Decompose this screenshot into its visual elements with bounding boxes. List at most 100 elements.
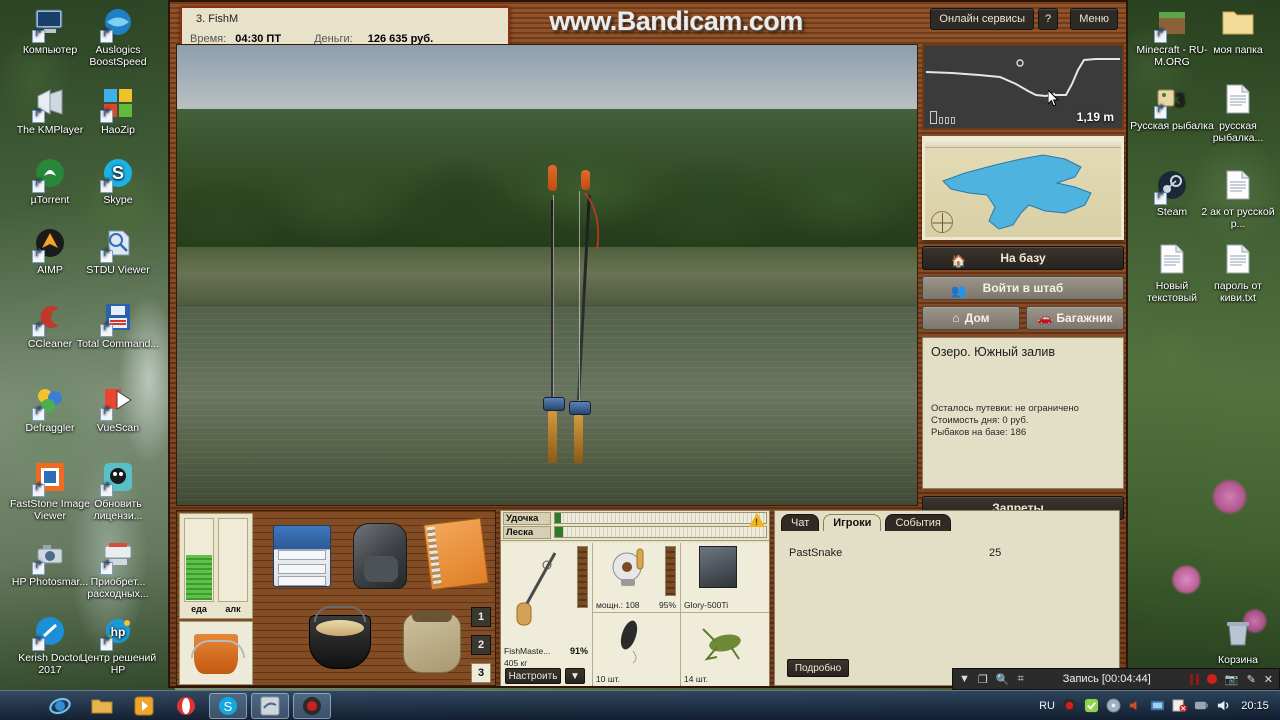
menu-button[interactable]: Меню — [1070, 8, 1118, 30]
player-list: PastSnake 25 — [775, 537, 1119, 651]
desktop-icon-12[interactable]: VueScan — [76, 386, 160, 435]
bait-slot-1-cell[interactable]: 10 шт. — [593, 613, 680, 686]
tray-volume-icon[interactable] — [1216, 698, 1231, 713]
help-button[interactable]: ? — [1038, 8, 1058, 30]
depth-value: 1,19 m — [1076, 110, 1114, 124]
desktop-icon-right-9[interactable]: Корзина — [1196, 618, 1280, 667]
grasshopper-bait-icon — [702, 628, 741, 661]
desktop-icon-right-6[interactable]: 2 ак от русской р... — [1196, 170, 1280, 230]
rod-wear-gauge — [577, 546, 588, 608]
chat-tabs: Чат Игроки События — [775, 511, 1119, 531]
bait-slot-2-cell[interactable]: 14 шт. — [681, 613, 769, 686]
record-icon[interactable] — [1206, 674, 1217, 684]
sack-icon[interactable] — [403, 610, 461, 673]
minimap[interactable] — [922, 136, 1124, 240]
tray-bandicam-icon[interactable] — [1062, 698, 1077, 713]
text-file-icon — [1221, 170, 1255, 204]
rod-slot-2[interactable]: 2 — [471, 635, 491, 655]
desktop-icon-4[interactable]: HaoZip — [76, 88, 160, 137]
recycle-bin-icon — [1221, 618, 1255, 652]
chat-tab-3[interactable]: События — [885, 514, 951, 531]
taskbar-internet-explorer-icon[interactable] — [41, 693, 79, 719]
window-icon[interactable]: ❐ — [978, 673, 988, 686]
float-marker-1 — [548, 165, 557, 191]
tackle-dropdown-button[interactable]: ▼ — [565, 668, 585, 684]
desktop-icon-2[interactable]: Auslogics BoostSpeed — [76, 8, 160, 68]
kmplayer-icon — [32, 88, 67, 123]
tacklebox-icon[interactable] — [273, 525, 331, 587]
bucket-slot[interactable] — [179, 621, 253, 685]
language-indicator[interactable]: RU — [1039, 700, 1055, 712]
svg-text:hp: hp — [111, 625, 126, 639]
reel-1[interactable] — [543, 397, 565, 411]
desktop-icon-8[interactable]: STDU Viewer — [76, 228, 160, 277]
tray-antivirus-icon[interactable] — [1172, 698, 1187, 713]
bottom-panels: еда алк 1 2 3 Удочка Леска ! 91% FishMas… — [176, 510, 1120, 686]
details-button[interactable]: Подробно — [787, 659, 849, 677]
desktop-icon-label: Skype — [103, 194, 133, 206]
desktop-icon-right-2[interactable]: моя папка — [1196, 8, 1280, 57]
start-orb-icon[interactable] — [3, 692, 37, 720]
tray-volume-mute-icon[interactable] — [1128, 698, 1143, 713]
desktop-icon-14[interactable]: Обновить лицензи... — [76, 462, 160, 522]
reel-slot-cell[interactable]: мощн.: 108 95% — [593, 543, 680, 613]
chat-tab-1[interactable]: Чат — [781, 514, 820, 531]
taskbar-opera-icon[interactable] — [167, 693, 205, 719]
taskbar-skype-icon[interactable]: S — [209, 692, 247, 719]
food-bar — [184, 518, 214, 602]
rod-gauge-row: Удочка — [501, 511, 769, 525]
backpack-icon[interactable] — [353, 523, 407, 589]
fishing-scene[interactable] — [176, 44, 918, 506]
player-row[interactable]: PastSnake 25 — [789, 547, 1105, 559]
faststone-icon — [32, 462, 67, 497]
tray-disc-icon[interactable] — [1106, 698, 1121, 713]
to-base-button[interactable]: 🏠 На базу — [922, 246, 1124, 270]
bucket-icon — [191, 634, 245, 674]
tray-flash-icon[interactable] — [1194, 698, 1209, 713]
pause-icon[interactable] — [1189, 673, 1199, 685]
trunk-button[interactable]: 🚗 Багажник — [1026, 306, 1124, 330]
rod-slot-3[interactable]: 3 — [471, 663, 491, 683]
desktop-icon-18[interactable]: hp Центр решений HP — [76, 616, 160, 676]
skype-icon: S — [100, 158, 135, 193]
desktop-icon-6[interactable]: S Skype — [76, 158, 160, 207]
tray-network-icon[interactable] — [1150, 698, 1165, 713]
desktop-icon-right-8[interactable]: пароль от киви.txt — [1196, 244, 1280, 304]
taskbar-bandicam-icon[interactable] — [293, 692, 331, 719]
home-button[interactable]: ⌂ Дом — [922, 306, 1020, 330]
desktop-icon-10[interactable]: Total Command... — [76, 302, 160, 351]
reel-2[interactable] — [569, 401, 591, 415]
collapse-icon[interactable]: ▼ — [959, 673, 970, 685]
screenshot-icon[interactable]: 📷 — [1225, 673, 1239, 686]
zoom-icon[interactable]: 🔍 — [996, 673, 1010, 686]
line-slot-cell[interactable]: Glory-500Ti — [681, 543, 769, 613]
configure-button[interactable]: Настроить — [505, 668, 561, 684]
bandicam-watermark: www.Bandicam.com — [549, 6, 803, 36]
desktop-icon-label: Обновить лицензи... — [93, 498, 143, 522]
online-services-button[interactable]: Онлайн сервисы — [930, 8, 1034, 30]
desktop-icon-16[interactable]: Приобрет... расходных... — [76, 540, 160, 600]
rod-percent: 91% — [569, 646, 588, 656]
desktop-icon-label: Корзина — [1218, 654, 1258, 666]
close-icon[interactable]: ✕ — [1264, 673, 1273, 686]
tray-shield-ok-icon[interactable] — [1084, 698, 1099, 713]
notebook-icon[interactable] — [423, 517, 489, 591]
cooking-pot-icon[interactable] — [309, 606, 371, 669]
draw-icon[interactable]: ✎ — [1247, 673, 1256, 686]
enter-hq-button[interactable]: 👥 Войти в штаб — [922, 276, 1124, 300]
desktop-icon-right-4[interactable]: русская рыбалка... — [1196, 84, 1280, 144]
rod-slot-cell[interactable]: 91% FishMaste... 405 кг Настроить ▼ — [501, 543, 592, 686]
home-label: Дом — [964, 311, 990, 325]
taskbar-clock[interactable]: 20:15 — [1238, 700, 1272, 712]
taskbar-game-icon[interactable] — [251, 692, 289, 719]
depth-profile-chart[interactable]: 1,19 m — [922, 44, 1124, 130]
desktop-icon-label: Total Command... — [76, 338, 160, 350]
region-icon[interactable]: ⌗ — [1017, 673, 1023, 686]
rod-slot-1[interactable]: 1 — [471, 607, 491, 627]
taskbar-explorer-icon[interactable] — [83, 693, 121, 719]
chat-tab-2[interactable]: Игроки — [823, 514, 882, 531]
haozip-icon — [100, 88, 135, 123]
taskbar-media-player-icon[interactable] — [125, 693, 163, 719]
float-marker-2 — [581, 170, 590, 190]
tackle-panel: Удочка Леска ! 91% FishMaste... 405 кг Н… — [500, 510, 770, 686]
